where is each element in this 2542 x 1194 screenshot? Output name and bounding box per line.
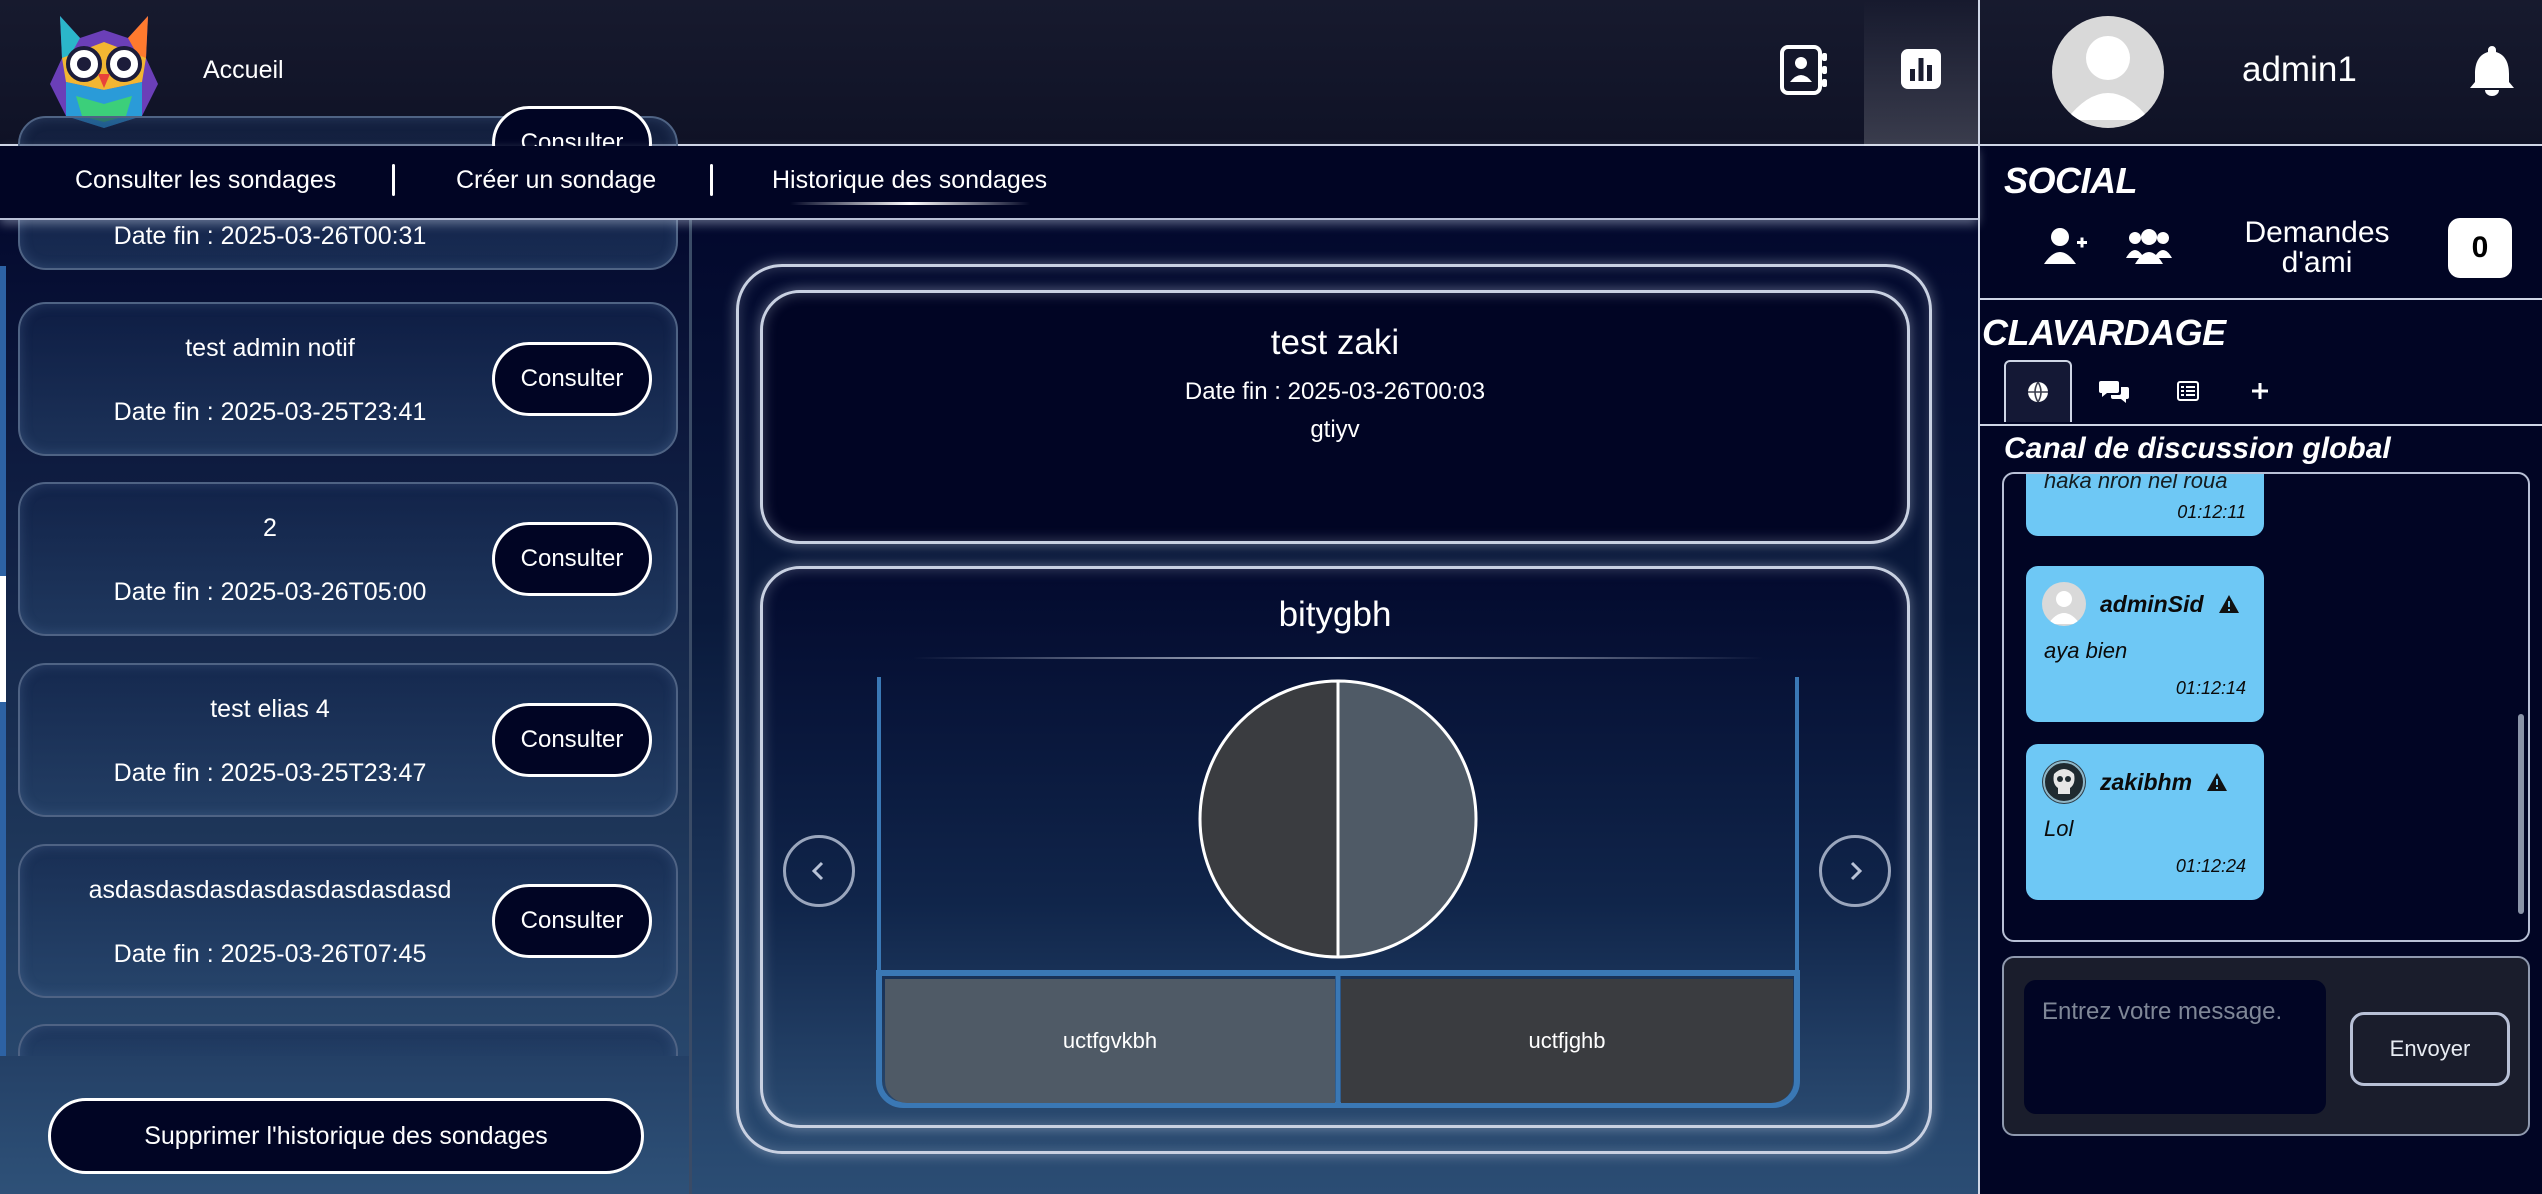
pie-slice-uctfjghb (1198, 679, 1340, 959)
survey-subnav: Consulter les sondages Créer un sondage … (0, 146, 1978, 220)
tab-channels-list[interactable] (2154, 360, 2222, 422)
bell-icon[interactable] (2468, 44, 2516, 96)
message-time: 01:12:24 (2175, 856, 2246, 876)
message-time: 01:12:11 (2177, 502, 2246, 522)
subnav-survey-history[interactable]: Historique des sondages (772, 166, 1047, 195)
message-input[interactable] (2024, 980, 2326, 1114)
message-text: haka nron nel roua (2044, 472, 2228, 493)
survey-title: test elias 4 (210, 695, 330, 723)
survey-detail-panel: test zaki Date fin : 2025-03-26T00:03 gt… (692, 146, 1978, 1194)
tab-private-chats[interactable] (2080, 360, 2148, 422)
message-author[interactable]: adminSid (2100, 591, 2204, 618)
survey-title: test admin notif (185, 334, 355, 362)
survey-info-card: test zaki Date fin : 2025-03-26T00:03 gt… (760, 290, 1910, 544)
survey-end-date: Date fin : 2025-03-26T07:45 (113, 940, 427, 968)
channel-name: Canal de discussion global (2004, 432, 2391, 465)
message-text: aya bien (2044, 638, 2128, 663)
bar-chart-icon[interactable] (1900, 48, 1942, 90)
chat-bubbles-icon (2099, 381, 2129, 403)
friend-requests-count[interactable]: 0 (2448, 218, 2512, 278)
message-composer: Envoyer (2002, 956, 2530, 1136)
subnav-separator (710, 164, 713, 196)
survey-detail-date: Date fin : 2025-03-26T00:03 (1184, 378, 1486, 405)
survey-title: asdasdasdasdasdasdasdasdasd (88, 876, 452, 904)
pie-slices (1198, 679, 1478, 959)
tab-new-channel[interactable] (2226, 360, 2294, 422)
report-warning-icon[interactable] (2218, 594, 2240, 614)
survey-detail-title: test zaki (1270, 323, 1400, 362)
pie-slice-uctfgvkbh (1336, 679, 1478, 959)
divider (1980, 424, 2542, 426)
consult-button[interactable]: Consulter (492, 522, 652, 596)
survey-end-date: Date fin : 2025-03-26T05:00 (113, 578, 427, 606)
chat-message: zakibhm Lol 01:12:24 (2026, 744, 2264, 900)
chevron-left-icon (811, 861, 824, 881)
survey-card: test admin notif Date fin : 2025-03-25T2… (18, 302, 678, 456)
active-tab-underline (790, 202, 1030, 205)
send-button[interactable]: Envoyer (2350, 1012, 2510, 1086)
next-question-button[interactable] (1819, 835, 1891, 907)
scrollbar-thumb[interactable] (0, 576, 6, 702)
avatar[interactable] (2052, 16, 2164, 128)
tab-global-chat[interactable] (2004, 360, 2072, 422)
social-sidebar: SOCIAL Demandes d'ami 0 CLAVARDAGE Canal… (1978, 146, 2542, 1194)
plus-icon (2252, 383, 2268, 399)
subnav-consult-surveys[interactable]: Consulter les sondages (75, 166, 336, 195)
friend-requests-label: Demandes d'ami (2244, 216, 2390, 279)
message-author[interactable]: zakibhm (2100, 769, 2192, 796)
survey-card: 2 Date fin : 2025-03-26T05:00 Consulter (18, 482, 678, 636)
survey-title: 2 (263, 514, 277, 542)
divider (1980, 298, 2542, 300)
survey-detail-description: gtiyv (1310, 416, 1360, 443)
message-text: Lol (2044, 816, 2074, 841)
chat-message: haka nron nel roua 01:12:11 (2026, 472, 2264, 536)
delete-history-button[interactable]: Supprimer l'historique des sondages (48, 1098, 644, 1174)
scrollbar-track[interactable] (0, 266, 6, 1156)
survey-end-date: Date fin : 2025-03-25T23:47 (113, 759, 427, 787)
chevron-right-icon (1850, 861, 1863, 881)
consult-button[interactable]: Consulter (492, 703, 652, 777)
friends-group-icon[interactable] (2126, 228, 2172, 264)
avatar[interactable] (2042, 760, 2086, 804)
home-link[interactable]: Accueil (203, 56, 284, 85)
list-icon (2177, 381, 2199, 401)
chat-scrollbar-thumb[interactable] (2518, 714, 2524, 914)
owl-logo[interactable] (46, 12, 162, 130)
chat-message: adminSid aya bien 01:12:14 (2026, 566, 2264, 722)
message-header: zakibhm (2042, 760, 2228, 804)
globe-icon (2028, 381, 2048, 403)
message-header: adminSid (2042, 582, 2240, 626)
subnav-separator (392, 164, 395, 196)
add-friend-icon[interactable] (2044, 226, 2088, 266)
survey-end-date: Date fin : 2025-03-26T00:31 (113, 222, 427, 250)
contacts-book-icon[interactable] (1778, 44, 1830, 96)
survey-history-list: Date fin : 2025-03-26T00:31 Consulter te… (0, 106, 692, 1194)
subnav-create-survey[interactable]: Créer un sondage (456, 166, 656, 195)
chat-messages[interactable]: haka nron nel roua 01:12:11 adminSid aya… (2002, 472, 2530, 942)
survey-end-date: Date fin : 2025-03-25T23:41 (113, 398, 427, 426)
survey-results-card: bitygbh uctfgvkbh uctfjghb (760, 566, 1910, 1128)
username[interactable]: admin1 (2242, 50, 2357, 90)
consult-button[interactable]: Consulter (492, 342, 652, 416)
survey-card: test elias 4 Date fin : 2025-03-25T23:47… (18, 663, 678, 817)
message-time: 01:12:14 (2175, 678, 2246, 698)
social-title: SOCIAL (2004, 160, 2138, 201)
legend-item: uctfgvkbh (885, 979, 1335, 1103)
chat-title: CLAVARDAGE (1982, 312, 2226, 353)
avatar[interactable] (2042, 582, 2086, 626)
report-warning-icon[interactable] (2206, 772, 2228, 792)
previous-question-button[interactable] (783, 835, 855, 907)
profile-bar: admin1 (1978, 0, 2542, 146)
survey-card: asdasdasdasdasdasdasdasdasd Date fin : 2… (18, 844, 678, 998)
consult-button[interactable]: Consulter (492, 884, 652, 958)
legend-item: uctfjghb (1341, 979, 1793, 1103)
